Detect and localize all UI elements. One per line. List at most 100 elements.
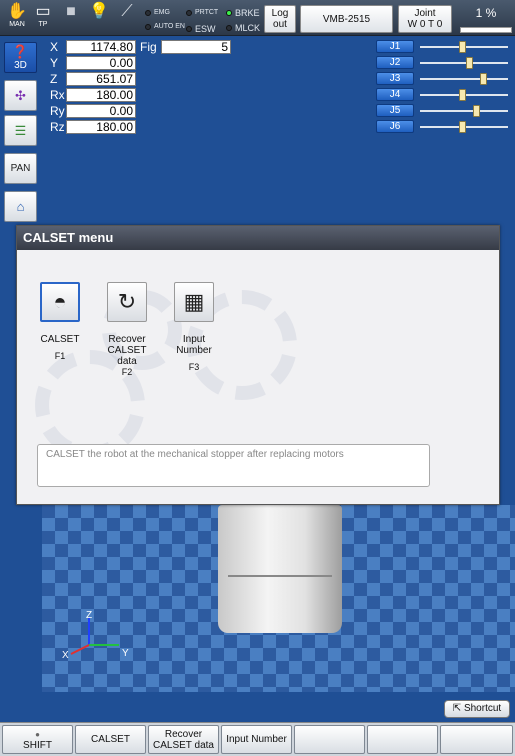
description-box: CALSET the robot at the mechanical stopp…	[37, 444, 430, 487]
robot-model-button[interactable]: VMB-2515	[300, 5, 393, 33]
f2-recover-button[interactable]: Recover CALSET data	[148, 725, 219, 754]
axis-x-label: X	[62, 650, 69, 661]
view-3d-label: 3D	[14, 60, 27, 71]
pendant-icon: ▭	[35, 3, 51, 20]
axis-triad: Z Y X	[59, 610, 129, 662]
shortcut-label: Shortcut	[463, 703, 502, 714]
joint-j6-knob[interactable]	[459, 121, 467, 133]
f1-calset-button[interactable]: CALSET	[75, 725, 146, 754]
mode-tp-label: TP	[38, 21, 48, 28]
joint-j1-button[interactable]: J1	[376, 40, 414, 53]
shortcut-button[interactable]: ⇱ Shortcut	[444, 700, 510, 718]
rx-value: 180.00	[66, 88, 136, 102]
fig-label: Fig	[140, 40, 157, 54]
joint-j2-knob[interactable]	[466, 57, 474, 69]
manual-mode-button[interactable]: ✋ MAN	[6, 3, 28, 33]
axis-z-label: Z	[86, 610, 93, 621]
lamp-mlck: MLCK	[226, 23, 260, 33]
x-value: 1174.80	[66, 40, 136, 54]
joint-j3-slider[interactable]	[420, 73, 508, 85]
esw-dot	[186, 26, 192, 32]
f4-button[interactable]	[294, 725, 365, 754]
stop-button[interactable]: ■	[60, 3, 82, 33]
logout-button[interactable]: Log out	[264, 5, 296, 33]
teach-pendant-button[interactable]: ▭ TP	[32, 3, 54, 33]
joint-j3-knob[interactable]	[480, 73, 488, 85]
f3-input-number-button[interactable]: Input Number	[221, 725, 292, 754]
calculator-icon: ▦	[174, 282, 214, 322]
calset-option[interactable]: ◓ CALSET F1	[30, 282, 90, 361]
fig-value: 5	[161, 40, 231, 54]
shortcut-icon: ⇱	[452, 703, 462, 714]
ry-label: Ry	[50, 104, 65, 118]
lamp-auto-en: AUTO EN	[145, 23, 185, 30]
speed-value: 1 %	[475, 6, 497, 20]
ry-value: 0.00	[66, 104, 136, 118]
mode-man-label: MAN	[9, 21, 25, 28]
tool-button[interactable]: ⟋	[116, 3, 138, 33]
auto-en-dot	[145, 23, 151, 30]
help-icon: ❓	[12, 44, 29, 59]
lamp-esw: ESW	[186, 24, 216, 34]
dialog-title: CALSET menu	[17, 226, 499, 250]
speed-bar	[460, 27, 512, 33]
joint-mode-button[interactable]: Joint W 0 T 0	[398, 5, 452, 33]
joint-j2-button[interactable]: J2	[376, 56, 414, 69]
joint-j5-button[interactable]: J5	[376, 104, 414, 117]
rz-label: Rz	[50, 120, 65, 134]
prtct-label: PRTCT	[195, 9, 219, 16]
joint-j4-button[interactable]: J4	[376, 88, 414, 101]
input-number-option-label: Input Number	[176, 334, 212, 356]
y-value: 0.00	[66, 56, 136, 70]
list-view-button[interactable]: ☰	[4, 115, 37, 146]
shift-button[interactable]: ● SHIFT	[2, 725, 73, 754]
recover-option-fkey: F2	[121, 367, 133, 377]
joint-j3-button[interactable]: J3	[376, 72, 414, 85]
f6-button[interactable]	[440, 725, 513, 754]
recover-calset-option[interactable]: ↻ Recover CALSET data F2	[97, 282, 157, 377]
joint-j1-knob[interactable]	[459, 41, 467, 53]
joint-j5-slider[interactable]	[420, 105, 508, 117]
joint-j6-slider[interactable]	[420, 121, 508, 133]
calset-option-label: CALSET	[40, 334, 80, 345]
f5-button[interactable]	[367, 725, 438, 754]
gauge-icon: ◓	[40, 282, 80, 322]
z-value: 651.07	[66, 72, 136, 86]
brke-label: BRKE	[235, 8, 260, 18]
lamp-button[interactable]: 💡	[88, 3, 110, 33]
home-button[interactable]: ⌂	[4, 191, 37, 222]
shift-label: SHIFT	[23, 739, 52, 751]
mlck-dot	[226, 25, 232, 31]
lamp-prtct: PRTCT	[186, 9, 218, 16]
home-icon: ⌂	[16, 199, 25, 214]
view-3d-button[interactable]: ❓ 3D	[4, 42, 37, 73]
joint-j1-slider[interactable]	[420, 41, 508, 53]
shift-indicator-icon: ●	[35, 729, 40, 739]
lamp-emg: EMG	[145, 9, 170, 16]
robot-model[interactable]	[218, 505, 342, 633]
emg-label: EMG	[154, 9, 170, 16]
axis-y-label: Y	[122, 648, 129, 659]
rx-label: Rx	[50, 88, 65, 102]
lamp-brke: BRKE	[226, 8, 260, 18]
joint-mode-config: W 0 T 0	[407, 19, 443, 30]
joint-j5-knob[interactable]	[473, 105, 481, 117]
robot-joint-band	[228, 575, 332, 577]
mlck-label: MLCK	[235, 23, 261, 33]
joint-j4-slider[interactable]	[420, 89, 508, 101]
z-label: Z	[50, 72, 58, 86]
status-bar: ✋ MAN ▭ TP ■ 💡 ⟋ EMG AUTO EN PRTCT ESW B…	[0, 0, 515, 36]
joint-j6-button[interactable]: J6	[376, 120, 414, 133]
emg-dot	[145, 9, 151, 16]
axis-view-button[interactable]: ✣	[4, 80, 37, 111]
pan-label: PAN	[10, 163, 31, 174]
joint-j4-knob[interactable]	[459, 89, 467, 101]
auto-en-label: AUTO EN	[154, 23, 185, 30]
input-number-option[interactable]: ▦ Input Number F3	[164, 282, 224, 372]
joint-j2-slider[interactable]	[420, 57, 508, 69]
calset-option-fkey: F1	[54, 351, 66, 361]
esw-label: ESW	[195, 24, 216, 34]
speed-indicator[interactable]: 1 %	[460, 6, 512, 33]
pan-button[interactable]: PAN	[4, 153, 37, 184]
brke-dot	[226, 10, 232, 16]
